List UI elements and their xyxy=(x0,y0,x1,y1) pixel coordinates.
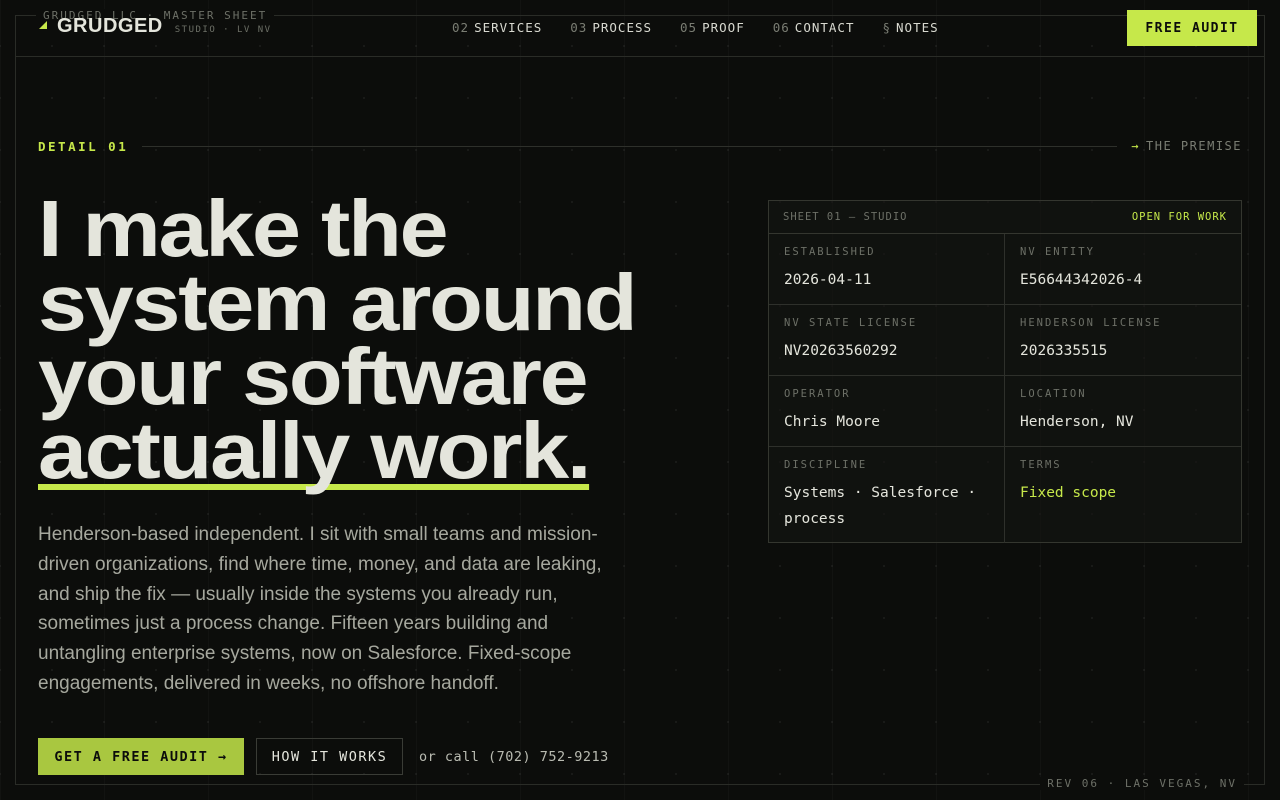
logo[interactable]: GRUDGED STUDIO · LV NV xyxy=(39,15,272,38)
cell-value: Henderson, NV xyxy=(1020,414,1134,430)
premise-text: THE PREMISE xyxy=(1146,139,1242,153)
get-free-audit-button[interactable]: GET A FREE AUDIT → xyxy=(38,738,244,775)
detail-divider: DETAIL 01 → THE PREMISE xyxy=(38,138,1242,154)
headline-line: system around xyxy=(38,258,638,347)
nav-item-notes[interactable]: § NOTES xyxy=(882,20,938,35)
sheet-title: SHEET 01 — STUDIO xyxy=(783,211,908,223)
nav-label: SERVICES xyxy=(474,20,543,35)
logo-triangle-icon xyxy=(39,21,47,29)
cell-value: Chris Moore xyxy=(784,414,881,430)
studio-info-sheet: SHEET 01 — STUDIO OPEN FOR WORK ESTABLIS… xyxy=(768,200,1242,543)
availability-status: OPEN FOR WORK xyxy=(1131,211,1227,223)
nav-label: PROOF xyxy=(702,20,745,35)
cell-nv-entity: NV ENTITY E56644342026-4 xyxy=(1005,234,1241,305)
cell-discipline: DISCIPLINE Systems · Salesforce · proces… xyxy=(769,447,1005,543)
main-nav: 02 SERVICES 03 PROCESS 05 PROOF 06 CONTACT §… xyxy=(452,20,939,35)
headline-line: I make the xyxy=(38,184,449,273)
cta-row: GET A FREE AUDIT → HOW IT WORKS or call … xyxy=(38,738,609,775)
nav-item-process[interactable]: 03 PROCESS xyxy=(570,20,652,35)
headline-line-underlined: actually work. xyxy=(38,406,591,495)
how-it-works-button[interactable]: HOW IT WORKS xyxy=(256,738,403,775)
cell-location: LOCATION Henderson, NV xyxy=(1005,376,1241,447)
nav-label: NOTES xyxy=(896,20,939,35)
cell-operator: OPERATOR Chris Moore xyxy=(769,376,1005,447)
nav-label: CONTACT xyxy=(794,20,855,35)
cell-value: 2026335515 xyxy=(1020,343,1108,359)
logo-name: GRUDGED xyxy=(57,15,163,37)
free-audit-button[interactable]: FREE AUDIT xyxy=(1127,10,1257,46)
sheet-header: SHEET 01 — STUDIO OPEN FOR WORK xyxy=(769,201,1241,234)
cell-terms: TERMS Fixed scope xyxy=(1005,447,1241,543)
logo-subtitle: STUDIO · LV NV xyxy=(174,25,272,35)
arrow-right-icon: → xyxy=(1131,139,1141,153)
nav-item-contact[interactable]: 06 CONTACT xyxy=(773,20,855,35)
cell-established: ESTABLISHED 2026-04-11 xyxy=(769,234,1005,305)
cell-value: Systems · Salesforce · process xyxy=(784,485,977,527)
cell-state-license: NV STATE LICENSE NV20263560292 xyxy=(769,305,1005,376)
nav-number: 02 xyxy=(452,20,470,35)
hero-headline: I make the system around your software a… xyxy=(38,184,830,495)
headline-line: your software xyxy=(38,332,589,421)
nav-number: 05 xyxy=(680,20,698,35)
site-header: GRUDGED STUDIO · LV NV 02 SERVICES 03 PROC… xyxy=(15,10,1265,57)
cell-label: OPERATOR xyxy=(784,388,851,400)
cell-label: LOCATION xyxy=(1020,388,1087,400)
cell-label: ESTABLISHED xyxy=(784,246,876,258)
cell-value: E56644342026-4 xyxy=(1020,272,1143,288)
cell-label: DISCIPLINE xyxy=(784,459,868,471)
nav-section-symbol: § xyxy=(882,20,892,35)
cell-henderson-license: HENDERSON LICENSE 2026335515 xyxy=(1005,305,1241,376)
cell-value: NV20263560292 xyxy=(784,343,898,359)
nav-item-proof[interactable]: 05 PROOF xyxy=(680,20,745,35)
divider-line xyxy=(142,145,1118,147)
cell-label: NV STATE LICENSE xyxy=(784,317,918,329)
cell-label: TERMS xyxy=(1020,459,1062,471)
cell-label: NV ENTITY xyxy=(1020,246,1095,258)
detail-label: DETAIL 01 xyxy=(38,138,129,154)
cell-value: 2026-04-11 xyxy=(784,272,872,288)
hero-description: Henderson-based independent. I sit with … xyxy=(38,524,602,694)
nav-item-services[interactable]: 02 SERVICES xyxy=(452,20,542,35)
nav-label: PROCESS xyxy=(592,20,653,35)
phone-link[interactable]: or call (702) 752-9213 xyxy=(419,749,609,765)
cell-value: Fixed scope xyxy=(1020,485,1117,501)
cell-label: HENDERSON LICENSE xyxy=(1020,317,1162,329)
nav-number: 06 xyxy=(772,20,790,35)
nav-number: 03 xyxy=(570,20,588,35)
premise-label: → THE PREMISE xyxy=(1131,139,1242,153)
sheet-grid: ESTABLISHED 2026-04-11 NV ENTITY E566443… xyxy=(769,234,1241,543)
frame-bottom-label: REV 06 · LAS VEGAS, NV xyxy=(1040,777,1244,790)
